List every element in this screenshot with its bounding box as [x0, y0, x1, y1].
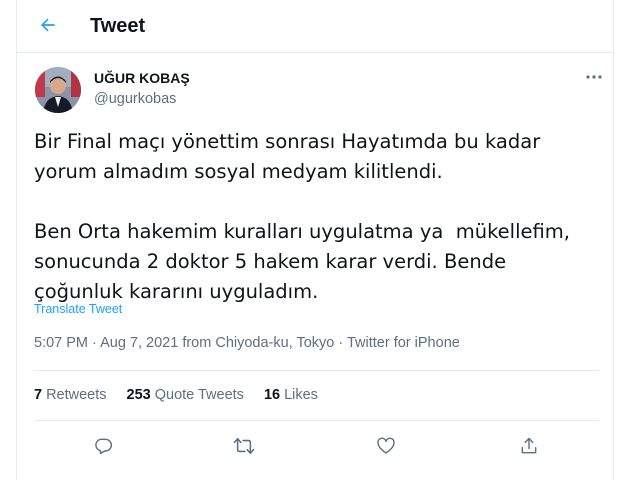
quote-tweets-stat[interactable]: 253 Quote Tweets [127, 387, 244, 403]
like-button[interactable] [371, 431, 401, 461]
divider [34, 370, 599, 371]
reply-icon [95, 438, 113, 455]
divider [34, 420, 599, 421]
retweet-button[interactable] [229, 431, 259, 461]
more-horizontal-icon [586, 75, 602, 79]
likes-label: Likes [284, 387, 318, 403]
engagement-stats: 7 Retweets 253 Quote Tweets 16 Likes [34, 387, 338, 403]
share-icon [521, 437, 537, 454]
header: Tweet [17, 0, 613, 53]
tweet-text: Bir Final maçı yönettim sonrası Hayatımd… [34, 130, 570, 303]
more-options-button[interactable] [583, 70, 605, 84]
author-name[interactable]: UĞUR KOBAŞ [94, 70, 190, 86]
retweets-stat[interactable]: 7 Retweets [34, 387, 107, 403]
share-button[interactable] [514, 431, 544, 461]
tweet-page: Tweet UĞUR KOBAŞ @ugurkobas Bir Final ma… [16, 0, 614, 480]
retweets-count: 7 [34, 387, 43, 403]
action-bar [17, 431, 613, 461]
quote-tweets-label: Quote Tweets [154, 387, 244, 403]
page-title: Tweet [90, 15, 146, 37]
quote-tweets-count: 253 [126, 387, 151, 403]
back-button[interactable] [35, 12, 61, 38]
avatar[interactable] [35, 67, 81, 113]
retweet-icon [233, 437, 255, 455]
author-handle[interactable]: @ugurkobas [94, 91, 176, 107]
avatar-image [35, 67, 81, 113]
likes-stat[interactable]: 16 Likes [264, 387, 318, 403]
arrow-left-icon [41, 18, 55, 32]
tweet-meta: 5:07 PM · Aug 7, 2021 from Chiyoda-ku, T… [34, 335, 460, 351]
translate-link[interactable]: Translate Tweet [34, 302, 122, 316]
reply-button[interactable] [88, 431, 118, 461]
heart-icon [377, 437, 395, 454]
likes-count: 16 [263, 387, 281, 403]
retweets-label: Retweets [46, 387, 107, 403]
